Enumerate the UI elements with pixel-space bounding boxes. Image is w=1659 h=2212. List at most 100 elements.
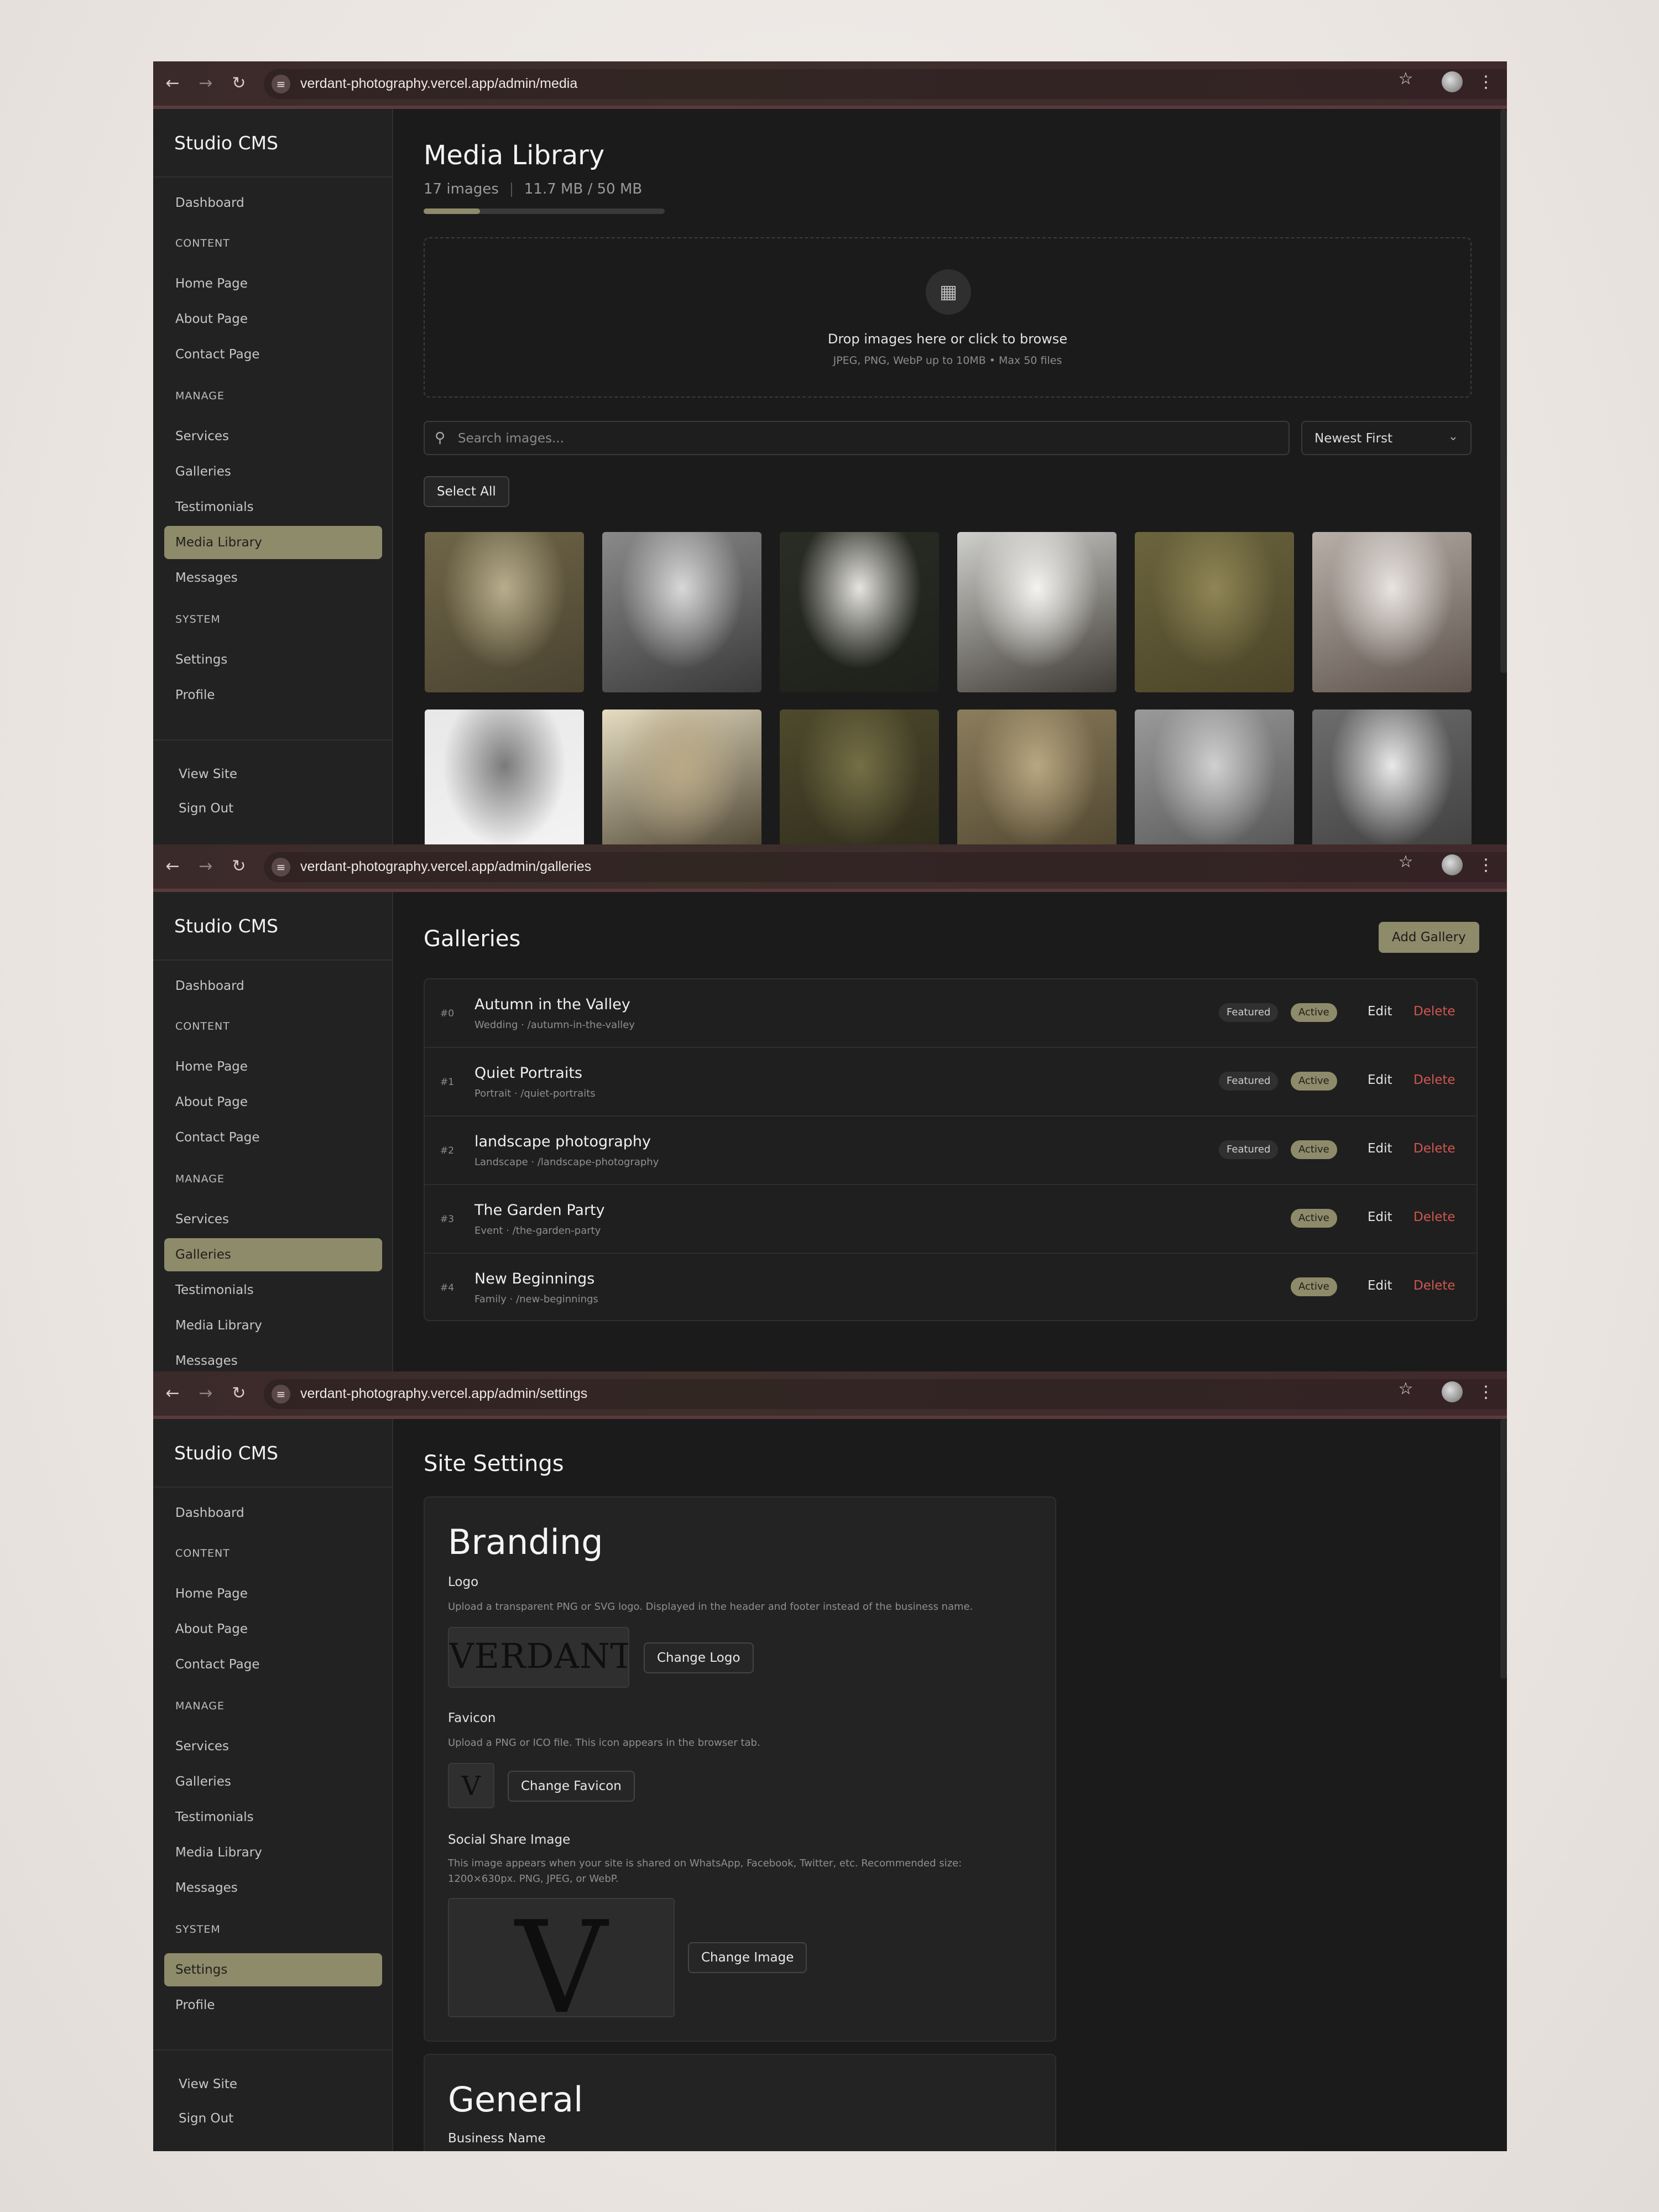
media-thumbnail-flowing-white-dress[interactable] [957,532,1117,692]
bookmark-star-icon[interactable]: ☆ [1395,851,1417,873]
site-settings-icon[interactable]: ≡ [272,858,290,877]
sidebar-item-dashboard[interactable]: Dashboard [164,969,382,1003]
edit-button[interactable]: Edit [1368,1004,1392,1019]
sidebar-item-media-library[interactable]: Media Library [164,1836,382,1869]
sidebar-item-services[interactable]: Services [164,420,382,453]
edit-button[interactable]: Edit [1368,1141,1392,1156]
profile-avatar[interactable] [1442,71,1463,92]
sidebar-item-services[interactable]: Services [164,1203,382,1236]
logo-help: Upload a transparent PNG or SVG logo. Di… [448,1601,973,1613]
edit-button[interactable]: Edit [1368,1210,1392,1224]
address-bar[interactable]: ≡ verdant-photography.vercel.app/admin/s… [264,1379,1507,1409]
reload-icon[interactable]: ↻ [228,1383,250,1405]
scrollbar[interactable] [1500,109,1507,673]
media-thumbnail-bride-dress-forest[interactable] [780,532,939,692]
reload-icon[interactable]: ↻ [228,855,250,878]
sidebar-item-settings[interactable]: Settings [164,643,382,676]
sidebar-item-media-library[interactable]: Media Library [164,1309,382,1342]
sidebar-item-services[interactable]: Services [164,1730,382,1763]
sidebar-item-contact-page[interactable]: Contact Page [164,1648,382,1681]
reload-icon[interactable]: ↻ [228,72,250,95]
address-bar[interactable]: ≡ verdant-photography.vercel.app/admin/g… [264,852,1507,882]
media-thumbnail-white-daisies-bw[interactable] [602,532,761,692]
sign-out-link[interactable]: Sign Out [179,2111,233,2126]
sidebar-item-settings[interactable]: Settings [164,1953,382,1986]
back-icon[interactable]: ← [161,855,184,878]
edit-button[interactable]: Edit [1368,1073,1392,1087]
sidebar-item-about-page[interactable]: About Page [164,1086,382,1119]
media-thumbnail-bouquet-in-grass[interactable] [957,709,1117,846]
back-icon[interactable]: ← [161,72,184,95]
sidebar-item-about-page[interactable]: About Page [164,1613,382,1646]
sidebar-item-messages[interactable]: Messages [164,1871,382,1905]
sidebar-item-media-library[interactable]: Media Library [164,526,382,559]
media-thumbnail-face-behind-veil[interactable] [1135,709,1294,846]
bookmark-star-icon[interactable]: ☆ [1395,1378,1417,1400]
view-site-link[interactable]: View Site [179,2077,237,2091]
forward-icon[interactable]: → [195,1383,217,1405]
delete-button[interactable]: Delete [1413,1210,1455,1224]
sidebar-item-testimonials[interactable]: Testimonials [164,491,382,524]
browser-menu-icon[interactable]: ⋮ [1475,853,1497,878]
search-input[interactable]: ⚲ Search images... [424,421,1290,455]
delete-button[interactable]: Delete [1413,1279,1455,1293]
url-text[interactable]: verdant-photography.vercel.app/admin/set… [300,1386,587,1402]
delete-button[interactable]: Delete [1413,1141,1455,1156]
sidebar-item-home-page[interactable]: Home Page [164,1050,382,1083]
site-settings-icon[interactable]: ≡ [272,1385,290,1404]
sidebar-item-galleries[interactable]: Galleries [164,1238,382,1271]
social-share-label: Social Share Image [448,1833,571,1847]
select-all-button[interactable]: Select All [424,476,509,507]
sort-select[interactable]: Newest First ⌄ [1301,421,1472,455]
browser-menu-icon[interactable]: ⋮ [1475,1380,1497,1405]
active-badge: Active [1291,1003,1337,1022]
media-thumbnail-woman-in-grass[interactable] [1135,532,1294,692]
change-logo-button[interactable]: Change Logo [644,1642,754,1673]
gallery-name: Autumn in the Valley [474,996,630,1013]
browser-menu-icon[interactable]: ⋮ [1475,70,1497,95]
change-image-button[interactable]: Change Image [688,1942,807,1973]
change-favicon-button[interactable]: Change Favicon [508,1771,635,1802]
sidebar-item-galleries[interactable]: Galleries [164,455,382,488]
profile-avatar[interactable] [1442,1381,1463,1402]
media-thumbnail-bride-veil-bw[interactable] [425,709,584,846]
gallery-name: New Beginnings [474,1270,595,1287]
media-thumbnail-sunlit-silhouette[interactable] [602,709,761,846]
url-text[interactable]: verdant-photography.vercel.app/admin/med… [300,76,577,92]
forward-icon[interactable]: → [195,855,217,878]
media-thumbnail-bride-garden-bw[interactable] [1312,709,1472,846]
url-text[interactable]: verdant-photography.vercel.app/admin/gal… [300,859,591,875]
site-settings-icon[interactable]: ≡ [272,75,290,93]
dropzone-hint: JPEG, PNG, WebP up to 10MB • Max 50 file… [833,354,1062,367]
forward-icon[interactable]: → [195,72,217,95]
address-bar[interactable]: ≡ verdant-photography.vercel.app/admin/m… [264,69,1507,99]
sidebar-item-testimonials[interactable]: Testimonials [164,1274,382,1307]
sidebar-item-messages[interactable]: Messages [164,1344,382,1373]
sidebar-item-dashboard[interactable]: Dashboard [164,1496,382,1530]
sidebar-item-home-page[interactable]: Home Page [164,1577,382,1610]
delete-button[interactable]: Delete [1413,1004,1455,1019]
sidebar-item-about-page[interactable]: About Page [164,302,382,336]
sign-out-link[interactable]: Sign Out [179,801,233,816]
edit-button[interactable]: Edit [1368,1279,1392,1293]
sidebar-item-messages[interactable]: Messages [164,561,382,594]
sidebar-item-home-page[interactable]: Home Page [164,267,382,300]
media-thumbnail-wildflower-meadow[interactable] [425,532,584,692]
sidebar-item-profile[interactable]: Profile [164,679,382,712]
sidebar-item-profile[interactable]: Profile [164,1989,382,2022]
bookmark-star-icon[interactable]: ☆ [1395,68,1417,90]
media-thumbnail-field-with-dog[interactable] [780,709,939,846]
view-site-link[interactable]: View Site [179,767,237,781]
sidebar-item-contact-page[interactable]: Contact Page [164,1121,382,1154]
sidebar-item-contact-page[interactable]: Contact Page [164,338,382,371]
add-gallery-button[interactable]: Add Gallery [1379,922,1479,953]
media-thumbnail-hands-on-dress[interactable] [1312,532,1472,692]
profile-avatar[interactable] [1442,854,1463,875]
back-icon[interactable]: ← [161,1383,184,1405]
sidebar-item-testimonials[interactable]: Testimonials [164,1801,382,1834]
delete-button[interactable]: Delete [1413,1073,1455,1087]
upload-dropzone[interactable]: ▦ Drop images here or click to browse JP… [424,237,1472,398]
sidebar-item-dashboard[interactable]: Dashboard [164,186,382,220]
sidebar-item-galleries[interactable]: Galleries [164,1765,382,1798]
scrollbar[interactable] [1500,1419,1507,1679]
